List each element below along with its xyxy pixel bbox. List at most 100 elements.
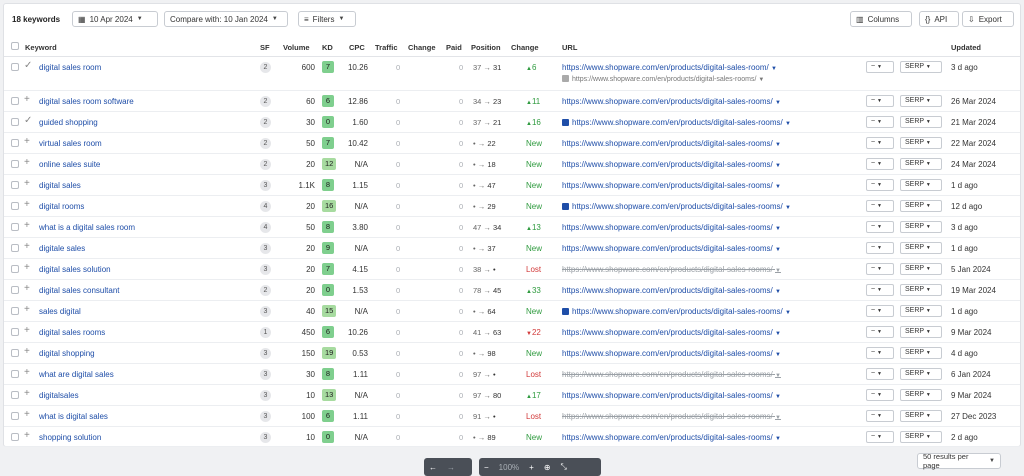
ranking-url-link[interactable]: https://www.shopware.com/en/products/dig… bbox=[562, 391, 781, 400]
keyword-link[interactable]: shopping solution bbox=[39, 433, 101, 442]
serp-features-badge[interactable]: 2 bbox=[260, 117, 271, 128]
ranking-url-link[interactable]: https://www.shopware.com/en/products/dig… bbox=[562, 265, 781, 274]
trend-button[interactable]: ~ ▼ bbox=[866, 326, 894, 338]
keyword-link[interactable]: digital sales solution bbox=[39, 265, 111, 274]
col-position[interactable]: Position bbox=[471, 43, 501, 52]
serp-button[interactable]: SERP ▼ bbox=[900, 221, 942, 233]
plus-icon[interactable]: + bbox=[24, 136, 30, 147]
col-keyword[interactable]: Keyword bbox=[25, 43, 57, 52]
keyword-link[interactable]: digital shopping bbox=[39, 349, 95, 358]
plus-icon[interactable]: + bbox=[24, 94, 30, 105]
ranking-url-link[interactable]: https://www.shopware.com/en/products/dig… bbox=[562, 307, 791, 316]
columns-button[interactable]: ▥ Columns bbox=[850, 11, 912, 27]
keyword-link[interactable]: what is a digital sales room bbox=[39, 223, 135, 232]
keyword-link[interactable]: digital sales consultant bbox=[39, 286, 120, 295]
plus-icon[interactable]: + bbox=[24, 220, 30, 231]
keyword-link[interactable]: what is digital sales bbox=[39, 412, 108, 421]
col-updated[interactable]: Updated bbox=[951, 43, 981, 52]
zoom-out-button[interactable]: − bbox=[479, 463, 494, 472]
serp-features-badge[interactable]: 1 bbox=[260, 327, 271, 338]
keyword-link[interactable]: online sales suite bbox=[39, 160, 100, 169]
serp-features-badge[interactable]: 3 bbox=[260, 306, 271, 317]
keyword-link[interactable]: digital sales room software bbox=[39, 97, 134, 106]
serp-features-badge[interactable]: 3 bbox=[260, 369, 271, 380]
row-checkbox[interactable] bbox=[11, 160, 19, 168]
trend-button[interactable]: ~ ▼ bbox=[866, 368, 894, 380]
trend-button[interactable]: ~ ▼ bbox=[866, 200, 894, 212]
col-volume[interactable]: Volume bbox=[283, 43, 310, 52]
keyword-link[interactable]: digital rooms bbox=[39, 202, 84, 211]
serp-features-badge[interactable]: 4 bbox=[260, 222, 271, 233]
col-cpc[interactable]: CPC bbox=[349, 43, 365, 52]
col-url[interactable]: URL bbox=[562, 43, 577, 52]
trend-button[interactable]: ~ ▼ bbox=[866, 347, 894, 359]
col-position-change[interactable]: Change bbox=[511, 43, 539, 52]
col-sf[interactable]: SF bbox=[260, 43, 270, 52]
ranking-url-link[interactable]: https://www.shopware.com/en/products/dig… bbox=[562, 286, 781, 295]
ranking-url-link[interactable]: https://www.shopware.com/en/products/dig… bbox=[562, 181, 781, 190]
serp-button[interactable]: SERP ▼ bbox=[900, 389, 942, 401]
col-kd[interactable]: KD bbox=[322, 43, 333, 52]
plus-icon[interactable]: + bbox=[24, 157, 30, 168]
keyword-link[interactable]: what are digital sales bbox=[39, 370, 114, 379]
ranking-url-link[interactable]: https://www.shopware.com/en/products/dig… bbox=[562, 118, 791, 127]
download-icon[interactable]: ⊕ bbox=[539, 463, 556, 472]
plus-icon[interactable]: + bbox=[24, 304, 30, 315]
next-arrow-icon[interactable]: → bbox=[442, 463, 460, 472]
secondary-url[interactable]: https://www.shopware.com/en/products/dig… bbox=[562, 75, 764, 83]
serp-button[interactable]: SERP ▼ bbox=[900, 284, 942, 296]
keyword-link[interactable]: sales digital bbox=[39, 307, 81, 316]
serp-button[interactable]: SERP ▼ bbox=[900, 95, 942, 107]
ranking-url-link[interactable]: https://www.shopware.com/en/products/dig… bbox=[562, 433, 781, 442]
serp-button[interactable]: SERP ▼ bbox=[900, 137, 942, 149]
collapse-icon[interactable]: ⤡ bbox=[556, 462, 572, 472]
row-checkbox[interactable] bbox=[11, 286, 19, 294]
col-change[interactable]: Change bbox=[408, 43, 436, 52]
trend-button[interactable]: ~ ▼ bbox=[866, 137, 894, 149]
serp-button[interactable]: SERP ▼ bbox=[900, 242, 942, 254]
row-checkbox[interactable] bbox=[11, 370, 19, 378]
plus-icon[interactable]: + bbox=[24, 430, 30, 441]
plus-icon[interactable]: + bbox=[24, 325, 30, 336]
row-checkbox[interactable] bbox=[11, 223, 19, 231]
trend-button[interactable]: ~ ▼ bbox=[866, 95, 894, 107]
row-checkbox[interactable] bbox=[11, 139, 19, 147]
serp-button[interactable]: SERP ▼ bbox=[900, 263, 942, 275]
serp-features-badge[interactable]: 3 bbox=[260, 348, 271, 359]
col-paid[interactable]: Paid bbox=[446, 43, 462, 52]
keyword-link[interactable]: digital sales room bbox=[39, 63, 101, 72]
row-checkbox[interactable] bbox=[11, 265, 19, 273]
ranking-url-link[interactable]: https://www.shopware.com/en/products/dig… bbox=[562, 63, 777, 72]
select-all-checkbox[interactable] bbox=[11, 42, 19, 50]
trend-button[interactable]: ~ ▼ bbox=[866, 61, 894, 73]
row-checkbox[interactable] bbox=[11, 307, 19, 315]
row-checkbox[interactable] bbox=[11, 412, 19, 420]
row-checkbox[interactable] bbox=[11, 63, 19, 71]
serp-button[interactable]: SERP ▼ bbox=[900, 368, 942, 380]
ranking-url-link[interactable]: https://www.shopware.com/en/products/dig… bbox=[562, 244, 781, 253]
trend-button[interactable]: ~ ▼ bbox=[866, 305, 894, 317]
row-checkbox[interactable] bbox=[11, 244, 19, 252]
keyword-link[interactable]: digital sales bbox=[39, 181, 81, 190]
keyword-link[interactable]: digitalsales bbox=[39, 391, 79, 400]
plus-icon[interactable]: + bbox=[24, 367, 30, 378]
trend-button[interactable]: ~ ▼ bbox=[866, 410, 894, 422]
serp-features-badge[interactable]: 4 bbox=[260, 201, 271, 212]
row-checkbox[interactable] bbox=[11, 118, 19, 126]
plus-icon[interactable]: + bbox=[24, 241, 30, 252]
date-picker[interactable]: ▦ 10 Apr 2024 ▼ bbox=[72, 11, 158, 27]
export-button[interactable]: ⇩ Export bbox=[962, 11, 1014, 27]
row-checkbox[interactable] bbox=[11, 181, 19, 189]
serp-features-badge[interactable]: 2 bbox=[260, 285, 271, 296]
row-checkbox[interactable] bbox=[11, 202, 19, 210]
plus-icon[interactable]: + bbox=[24, 388, 30, 399]
trend-button[interactable]: ~ ▼ bbox=[866, 431, 894, 443]
plus-icon[interactable]: + bbox=[24, 199, 30, 210]
serp-button[interactable]: SERP ▼ bbox=[900, 347, 942, 359]
ranking-url-link[interactable]: https://www.shopware.com/en/products/dig… bbox=[562, 223, 781, 232]
trend-button[interactable]: ~ ▼ bbox=[866, 389, 894, 401]
serp-features-badge[interactable]: 3 bbox=[260, 264, 271, 275]
serp-button[interactable]: SERP ▼ bbox=[900, 158, 942, 170]
serp-features-badge[interactable]: 3 bbox=[260, 243, 271, 254]
serp-features-badge[interactable]: 3 bbox=[260, 180, 271, 191]
